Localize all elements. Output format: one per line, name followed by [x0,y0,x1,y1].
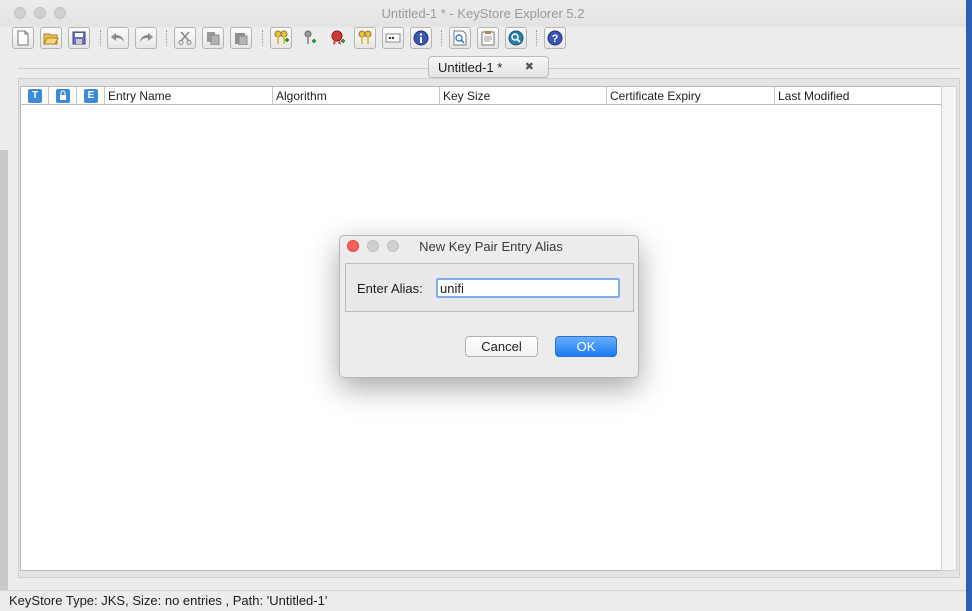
paste-icon [235,33,248,45]
column-header-entry-type[interactable]: T [21,87,49,105]
entry-type-icon: T [28,89,42,103]
toolbar: ? [0,25,966,51]
set-password-button[interactable] [382,27,404,49]
import-trusted-certificate-button[interactable] [326,27,348,49]
open-icon [43,33,59,45]
tab-label: Untitled-1 * [438,59,503,75]
copy-button[interactable] [202,27,224,49]
generate-secret-key-icon [304,30,316,44]
toolbar-separator [100,30,101,46]
svg-text:?: ? [552,33,559,45]
dialog-title: New Key Pair Entry Alias [419,239,563,254]
undo-icon [111,33,124,43]
status-bar: KeyStore Type: JKS, Size: no entries , P… [0,590,966,611]
generate-key-pair-button[interactable] [270,27,292,49]
generate-secret-key-button[interactable] [298,27,320,49]
column-header-algorithm[interactable]: Algorithm [273,87,440,105]
save-button[interactable] [68,27,90,49]
column-header-entry-name[interactable]: Entry Name [105,87,273,105]
help-icon: ? [547,30,563,46]
examine-ssl-button[interactable] [505,27,527,49]
alias-group: Enter Alias: [345,263,634,312]
desktop-background-right [966,0,972,611]
copy-icon [207,32,220,45]
examine-ssl-icon [508,30,524,46]
column-header-key-size[interactable]: Key Size [440,87,607,105]
import-trusted-certificate-icon [331,30,345,45]
ok-button[interactable]: OK [555,336,617,357]
cancel-button[interactable]: Cancel [465,336,538,357]
set-password-icon [385,33,401,43]
undo-button[interactable] [107,27,129,49]
toolbar-separator [262,30,263,46]
column-header-expiry-status[interactable]: E [77,87,105,105]
alias-label: Enter Alias: [357,281,423,296]
examine-clipboard-icon [481,31,495,46]
toolbar-separator [166,30,167,46]
table-header: T E Entry Name Algorithm Key Size Certif… [21,87,942,105]
expiry-icon: E [84,89,98,103]
background-window-edge [0,150,8,590]
import-key-pair-button[interactable] [354,27,376,49]
redo-button[interactable] [135,27,157,49]
open-button[interactable] [40,27,62,49]
import-key-pair-icon [358,30,372,44]
properties-icon [413,30,429,46]
cut-icon [178,31,192,45]
save-icon [72,31,86,45]
column-header-last-modified[interactable]: Last Modified [775,87,942,105]
vertical-scrollbar[interactable] [941,86,957,571]
column-header-lock-status[interactable] [49,87,77,105]
new-key-pair-alias-dialog: New Key Pair Entry Alias Enter Alias: Ca… [339,235,639,378]
toolbar-separator [441,30,442,46]
examine-file-button[interactable] [449,27,471,49]
window-title: Untitled-1 * - KeyStore Explorer 5.2 [381,6,585,21]
toolbar-separator [536,30,537,46]
cut-button[interactable] [174,27,196,49]
close-tab-icon[interactable]: ✖ [525,60,534,73]
examine-clipboard-button[interactable] [477,27,499,49]
lock-icon [56,89,70,103]
alias-input[interactable] [436,278,620,298]
properties-button[interactable] [410,27,432,49]
examine-file-icon [453,30,467,46]
paste-button[interactable] [230,27,252,49]
tab-untitled-1[interactable]: Untitled-1 * ✖ [428,56,549,78]
new-button[interactable] [12,27,34,49]
column-header-certificate-expiry[interactable]: Certificate Expiry [607,87,775,105]
title-bar: Untitled-1 * - KeyStore Explorer 5.2 [0,0,966,27]
help-button[interactable]: ? [544,27,566,49]
new-icon [17,30,29,46]
redo-icon [140,33,153,43]
generate-key-pair-icon [274,30,289,44]
